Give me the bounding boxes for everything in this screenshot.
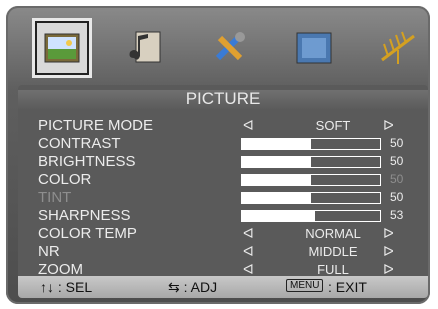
row-contrast[interactable]: CONTRAST 50	[38, 135, 423, 152]
right-arrow-icon[interactable]: ᐅ	[383, 243, 394, 260]
row-color-temp[interactable]: COLOR TEMP ᐊ NORMAL ᐅ	[38, 225, 423, 242]
row-brightness[interactable]: BRIGHTNESS 50	[38, 153, 423, 170]
tab-screen[interactable]	[290, 24, 338, 72]
color-value: 50	[390, 172, 404, 186]
tab-setup[interactable]	[206, 24, 254, 72]
color-slider[interactable]	[241, 174, 381, 186]
nr-value: MIDDLE	[308, 244, 358, 259]
screen-icon	[296, 32, 332, 64]
tab-channel[interactable]	[374, 24, 422, 72]
brightness-slider[interactable]	[241, 156, 381, 168]
menu-title: PICTURE	[185, 89, 261, 108]
contrast-slider[interactable]	[241, 138, 381, 150]
color-label: COLOR	[38, 171, 92, 188]
row-picture-mode[interactable]: PICTURE MODE ᐊ SOFT ᐅ	[38, 117, 423, 134]
menu-tab-bar	[18, 16, 422, 82]
left-arrow-icon[interactable]: ᐊ	[243, 243, 254, 260]
contrast-value: 50	[390, 136, 404, 150]
color-temp-value: NORMAL	[305, 226, 361, 241]
help-footer: ↑↓ : SEL ⇆ : ADJ MENU : EXIT	[18, 276, 428, 298]
left-arrow-icon[interactable]: ᐊ	[243, 225, 254, 242]
setup-tools-icon	[215, 32, 245, 61]
color-slider-fill	[242, 175, 311, 185]
brightness-value: 50	[390, 154, 404, 168]
right-arrow-icon[interactable]: ᐅ	[383, 225, 394, 242]
picture-mode-value: SOFT	[315, 118, 351, 133]
tab-audio[interactable]	[120, 24, 168, 72]
left-arrow-icon[interactable]: ᐊ	[243, 117, 254, 134]
brightness-slider-fill	[242, 157, 311, 167]
picture-icon	[44, 33, 80, 63]
row-color[interactable]: COLOR 50	[38, 171, 423, 188]
sharpness-slider-fill	[242, 211, 316, 221]
right-arrow-icon[interactable]: ᐅ	[383, 117, 394, 134]
row-tint: TINT 50	[38, 189, 423, 206]
tint-slider	[241, 192, 381, 204]
brightness-label: BRIGHTNESS	[38, 153, 136, 170]
contrast-slider-fill	[242, 139, 311, 149]
row-nr[interactable]: NR ᐊ MIDDLE ᐅ	[38, 243, 423, 260]
adjust-hint: ⇆ : ADJ	[168, 279, 218, 295]
exit-hint: : EXIT	[328, 279, 367, 295]
sharpness-label: SHARPNESS	[38, 207, 131, 224]
tab-picture[interactable]	[32, 18, 92, 78]
tint-slider-fill	[242, 193, 311, 203]
audio-icon	[129, 31, 161, 63]
tint-label: TINT	[38, 189, 72, 206]
nr-label: NR	[38, 243, 60, 260]
sharpness-value: 53	[390, 208, 404, 222]
picture-mode-label: PICTURE MODE	[38, 117, 154, 134]
select-hint: ↑↓ : SEL	[40, 279, 93, 295]
tint-value: 50	[390, 190, 404, 204]
channel-antenna-icon	[381, 31, 415, 64]
sharpness-slider[interactable]	[241, 210, 381, 222]
picture-menu-panel: PICTURE PICTURE MODE ᐊ SOFT ᐅ CONTRAST 5…	[18, 85, 428, 298]
color-temp-label: COLOR TEMP	[38, 225, 137, 242]
contrast-label: CONTRAST	[38, 135, 121, 152]
row-sharpness[interactable]: SHARPNESS 53	[38, 207, 423, 224]
menu-key-icon: MENU	[286, 279, 324, 292]
